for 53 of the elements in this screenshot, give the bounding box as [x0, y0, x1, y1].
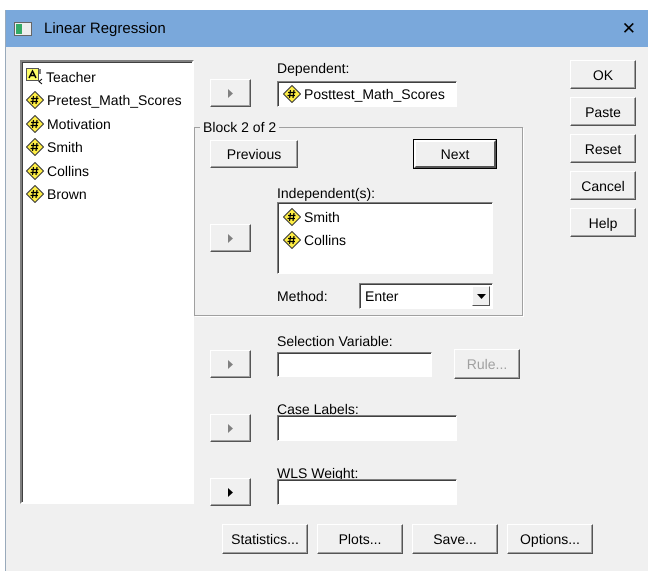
variable-item[interactable]: Smith: [47, 139, 83, 156]
wls-weight-field[interactable]: [277, 479, 457, 505]
triangle-icon: [228, 88, 233, 98]
variable-item[interactable]: Motivation: [47, 116, 111, 132]
scale-variable-icon: [283, 231, 301, 249]
wls-weight-label: WLS Weight:: [277, 465, 360, 481]
nominal-variable-icon: [26, 68, 43, 86]
window-icon: [14, 22, 32, 36]
dialog-button[interactable]: OK: [570, 60, 636, 89]
arrow-button[interactable]: [210, 478, 251, 506]
scale-variable-icon: [26, 162, 44, 180]
dialog-button[interactable]: Statistics...: [222, 524, 308, 554]
scale-variable-icon: [26, 138, 44, 156]
window-title: Linear Regression: [44, 20, 167, 37]
method-dropdown[interactable]: Enter: [359, 283, 493, 309]
dialog-button[interactable]: Cancel: [570, 171, 636, 200]
triangle-icon: [228, 424, 233, 432]
dropdown-value: Enter: [365, 288, 398, 304]
variable-item[interactable]: Collins: [47, 162, 90, 179]
scale-variable-icon: [26, 114, 44, 133]
group-legend: Block 2 of 2: [200, 119, 280, 135]
dialog-button[interactable]: Help: [570, 208, 636, 237]
dialog-button[interactable]: Options...: [507, 524, 593, 554]
selection-variable-field[interactable]: [277, 352, 432, 376]
caret-icon: [476, 294, 486, 298]
scale-variable-icon: [26, 185, 44, 204]
previous-button[interactable]: Previous: [210, 140, 298, 168]
dependent-label: Dependent:: [277, 60, 350, 76]
variable-item[interactable]: Collins: [304, 232, 346, 248]
triangle-icon: [228, 234, 233, 242]
variable-item[interactable]: Brown: [47, 186, 87, 202]
variable-item[interactable]: Pretest_Math_Scores: [47, 92, 182, 108]
method-label: Method:: [277, 288, 329, 304]
variable-item[interactable]: Smith: [304, 209, 340, 225]
triangle-icon: [228, 488, 233, 496]
next-button[interactable]: Next: [414, 140, 496, 168]
dialog-button[interactable]: Reset: [570, 134, 636, 163]
independents-label: Independent(s):: [277, 185, 376, 201]
selection-variable-label: Selection Variable:: [277, 333, 394, 349]
dialog-button[interactable]: Paste: [570, 97, 636, 126]
triangle-icon: [228, 360, 233, 368]
case-labels-label: Case Labels:: [277, 401, 360, 417]
scale-variable-icon: [283, 85, 301, 103]
dialog-button[interactable]: Save...: [412, 524, 498, 554]
scale-variable-icon: [283, 208, 301, 226]
close-button[interactable]: ✕: [618, 18, 640, 38]
dependent-field[interactable]: Posttest_Math_Scores: [277, 81, 457, 107]
dialog-button[interactable]: Plots...: [317, 524, 403, 554]
dropdown-arrow-button[interactable]: [472, 286, 490, 306]
variable-item[interactable]: Teacher: [46, 68, 96, 85]
case-labels-field[interactable]: [277, 415, 457, 441]
scale-variable-icon: [26, 91, 44, 110]
variable-item: Posttest_Math_Scores: [304, 86, 445, 102]
